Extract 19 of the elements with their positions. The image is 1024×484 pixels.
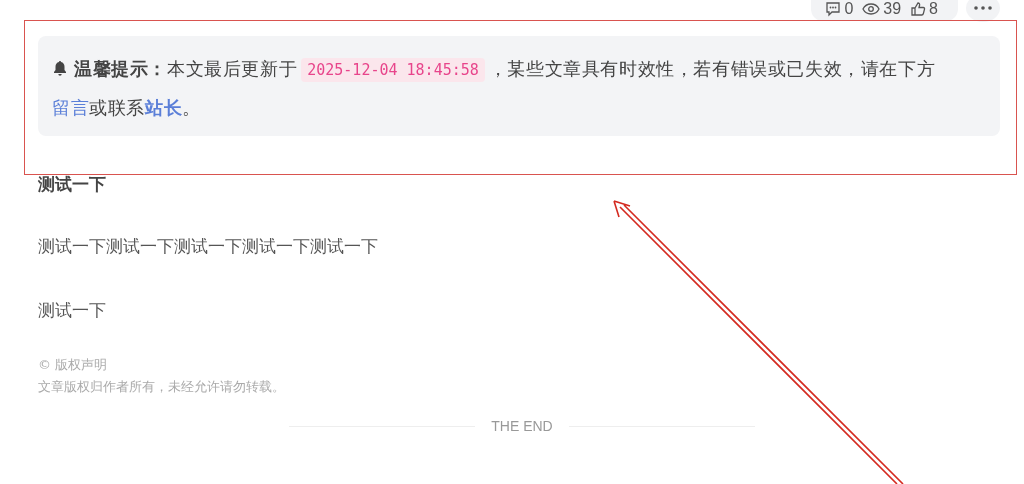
copyright-title: © 版权声明 <box>38 356 109 374</box>
comment-count: 0 <box>844 0 854 18</box>
admin-link[interactable]: 站长 <box>145 97 183 118</box>
end-label: THE END <box>491 418 553 434</box>
date-tag: 2025-12-04 18:45:58 <box>301 58 485 82</box>
more-icon <box>974 6 992 10</box>
article-paragraph: 测试一下测试一下测试一下测试一下测试一下 <box>38 235 379 258</box>
comment-icon <box>825 1 842 17</box>
view-count: 39 <box>883 0 902 18</box>
eye-icon <box>862 1 881 17</box>
bell-icon <box>52 60 68 76</box>
notice-text: 温馨提示：本文最后更新于 2025-12-04 18:45:58 ，某些文章具有时效性，若有错误或已失效，请在下方 留言或联系站长。 <box>52 57 937 120</box>
article-heading: 测试一下 <box>38 173 107 196</box>
comment-link[interactable]: 留言 <box>52 97 90 118</box>
like-count: 8 <box>929 0 938 18</box>
more-button[interactable] <box>966 0 1000 22</box>
article-paragraph: 测试一下 <box>38 299 107 322</box>
copyright-text: 文章版权归作者所有，未经允许请勿转载。 <box>38 378 286 396</box>
thumbs-up-icon <box>910 1 927 17</box>
